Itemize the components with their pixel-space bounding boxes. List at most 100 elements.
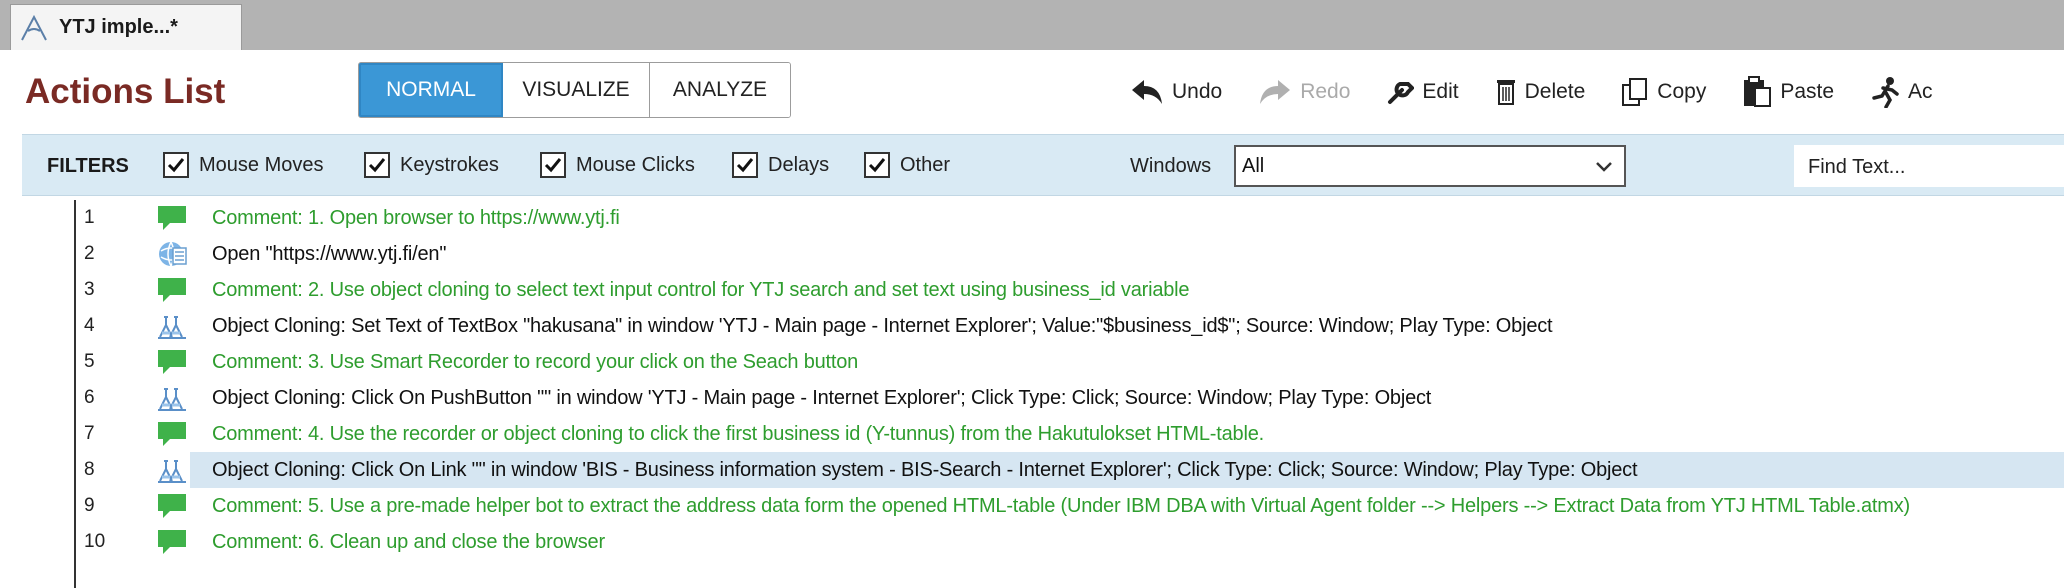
toolbar: Undo Redo Edit Delete Copy Paste Ac — [1130, 70, 1969, 114]
action-text: Comment: 6. Clean up and close the brows… — [212, 530, 605, 553]
paste-icon — [1744, 76, 1772, 107]
page-title: Actions List — [25, 72, 226, 111]
delete-button[interactable]: Delete — [1495, 78, 1586, 106]
task-file-icon — [21, 14, 47, 40]
redo-label: Redo — [1300, 80, 1351, 103]
filters-label: FILTERS — [47, 155, 129, 177]
action-text: Object Cloning: Click On Link "" in wind… — [212, 458, 1638, 481]
object-cloning-icon — [156, 455, 188, 485]
action-text: Comment: 1. Open browser to https://www.… — [212, 206, 620, 229]
windows-label: Windows — [1130, 155, 1212, 177]
action-text: Comment: 5. Use a pre-made helper bot to… — [212, 494, 1910, 517]
checkmark-icon — [167, 158, 185, 173]
row-number: 5 — [84, 351, 95, 372]
mode-analyze-button[interactable]: ANALYZE — [650, 63, 790, 117]
find-text-input[interactable]: Find Text... — [1794, 145, 2064, 187]
action-row[interactable]: 9 Comment: 5. Use a pre-made helper bot t… — [22, 488, 2064, 524]
filter-other[interactable]: Other — [864, 152, 950, 178]
copy-label: Copy — [1657, 80, 1707, 103]
document-tab[interactable]: YTJ imple...* — [10, 4, 242, 50]
checkbox[interactable] — [864, 152, 890, 178]
row-number: 6 — [84, 387, 95, 408]
filter-bar: FILTERS Mouse Moves Keystrokes Mouse Cli… — [22, 134, 2064, 196]
actions-list: 1 Comment: 1. Open browser to https://www… — [22, 196, 2064, 588]
filter-label: Other — [900, 153, 951, 176]
redo-icon — [1260, 80, 1291, 104]
checkbox[interactable] — [364, 152, 390, 178]
chevron-down-icon — [1596, 162, 1612, 172]
paste-button[interactable]: Paste — [1742, 76, 1834, 108]
mode-visualize-button[interactable]: VISUALIZE — [503, 63, 650, 117]
filter-delays[interactable]: Delays — [732, 152, 829, 178]
action-row[interactable]: 5 Comment: 3. Use Smart Recorder to recor… — [22, 344, 2064, 380]
wrench-icon — [1388, 82, 1415, 104]
row-number: 4 — [84, 315, 95, 336]
mode-normal-button[interactable]: NORMAL — [359, 63, 503, 117]
action-row[interactable]: 1 Comment: 1. Open browser to https://www… — [22, 200, 2064, 236]
checkmark-icon — [368, 158, 386, 173]
copy-icon — [1622, 78, 1648, 106]
action-row[interactable]: 4 Object Cloning: Set Text of TextBox "ha… — [22, 308, 2064, 344]
action-row[interactable]: 8 Object Cloning: Click On Link "" in win… — [22, 452, 2064, 488]
row-number: 7 — [84, 423, 95, 444]
object-cloning-icon — [156, 383, 188, 413]
edit-label: Edit — [1422, 80, 1459, 103]
action-label: Ac — [1908, 80, 1933, 103]
open-browser-icon — [156, 239, 188, 269]
undo-icon — [1132, 80, 1162, 104]
actions-list-header: Actions List NORMAL VISUALIZE ANALYZE Un… — [0, 50, 2064, 134]
row-number: 1 — [84, 207, 95, 228]
object-cloning-icon — [156, 311, 188, 341]
delete-label: Delete — [1524, 80, 1586, 103]
action-row[interactable]: 7 Comment: 4. Use the recorder or object … — [22, 416, 2064, 452]
checkbox[interactable] — [540, 152, 566, 178]
filter-mouse-moves[interactable]: Mouse Moves — [163, 152, 324, 178]
filter-label: Mouse Clicks — [576, 153, 695, 176]
filter-label: Keystrokes — [400, 153, 499, 176]
windows-select-value: All — [1242, 155, 1265, 177]
comment-icon — [156, 527, 188, 557]
trash-icon — [1496, 80, 1515, 105]
edit-button[interactable]: Edit — [1386, 78, 1459, 106]
view-mode-switch: NORMAL VISUALIZE ANALYZE — [358, 62, 791, 118]
row-number: 2 — [84, 243, 95, 264]
row-number: 10 — [84, 531, 106, 552]
row-number: 9 — [84, 495, 95, 516]
comment-icon — [156, 203, 188, 233]
windows-select[interactable]: All — [1234, 145, 1626, 187]
comment-icon — [156, 275, 188, 305]
action-row[interactable]: 2 Open "https://www.ytj.fi/en" — [22, 236, 2064, 272]
action-row[interactable]: 10 Comment: 6. Clean up and close the bro… — [22, 524, 2064, 560]
undo-button[interactable]: Undo — [1130, 78, 1222, 106]
checkbox[interactable] — [163, 152, 189, 178]
action-text: Object Cloning: Set Text of TextBox "hak… — [212, 314, 1553, 337]
action-text: Comment: 3. Use Smart Recorder to record… — [212, 350, 859, 373]
document-tab-title: YTJ imple...* — [59, 16, 178, 38]
running-person-icon — [1872, 77, 1899, 108]
action-text: Object Cloning: Click On PushButton "" i… — [212, 386, 1432, 409]
action-text: Comment: 4. Use the recorder or object c… — [212, 422, 1264, 445]
paste-label: Paste — [1780, 80, 1835, 103]
document-tab-strip: YTJ imple...* — [0, 0, 2064, 50]
checkmark-icon — [544, 158, 562, 173]
action-row[interactable]: 6 Object Cloning: Click On PushButton "" … — [22, 380, 2064, 416]
filter-label: Delays — [768, 153, 830, 176]
copy-button[interactable]: Copy — [1621, 77, 1706, 107]
comment-icon — [156, 347, 188, 377]
checkmark-icon — [868, 158, 886, 173]
row-number: 8 — [84, 459, 95, 480]
comment-icon — [156, 491, 188, 521]
row-number: 3 — [84, 279, 95, 300]
find-text-placeholder: Find Text... — [1808, 156, 1906, 178]
action-row[interactable]: 3 Comment: 2. Use object cloning to selec… — [22, 272, 2064, 308]
checkmark-icon — [736, 158, 754, 173]
filter-mouse-clicks[interactable]: Mouse Clicks — [540, 152, 695, 178]
filter-label: Mouse Moves — [199, 153, 324, 176]
comment-icon — [156, 419, 188, 449]
redo-button[interactable]: Redo — [1258, 78, 1350, 106]
action-button[interactable]: Ac — [1870, 76, 1933, 108]
filter-keystrokes[interactable]: Keystrokes — [364, 152, 499, 178]
checkbox[interactable] — [732, 152, 758, 178]
action-text: Comment: 2. Use object cloning to select… — [212, 278, 1190, 301]
undo-label: Undo — [1172, 80, 1223, 103]
